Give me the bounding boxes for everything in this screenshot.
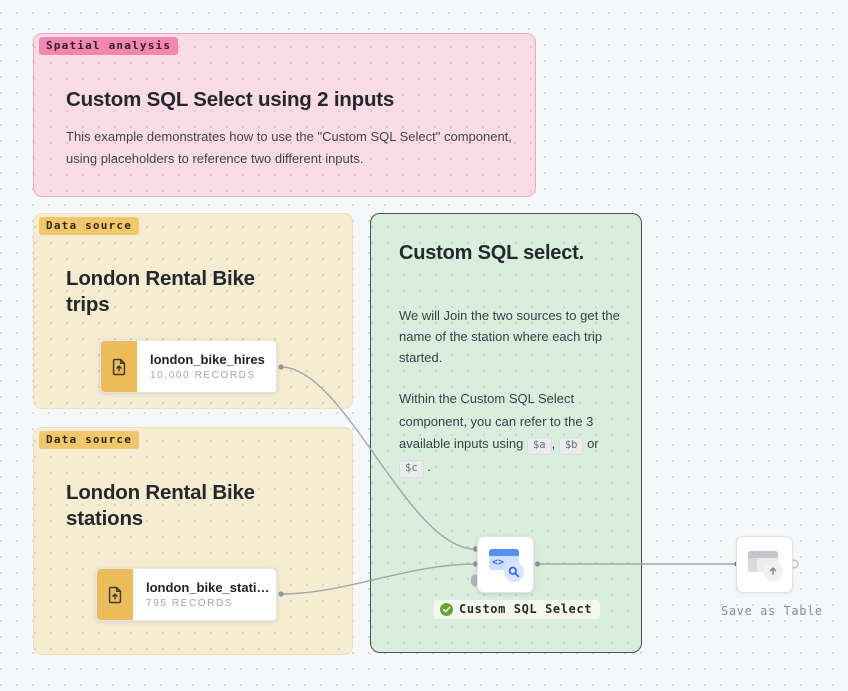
source-node-color-strip bbox=[97, 569, 133, 620]
node-save-as-table[interactable] bbox=[736, 536, 793, 593]
record-count: 795 RECORDS bbox=[146, 598, 270, 609]
sql-note-paragraph-1: We will Join the two sources to get the … bbox=[399, 305, 621, 368]
magnifier-icon bbox=[504, 562, 524, 582]
paragraph-text: . bbox=[424, 459, 431, 474]
data-source-1-title: London Rental Bike trips bbox=[66, 266, 296, 318]
table-name: london_bike_stati… bbox=[146, 580, 270, 595]
input-placeholder-a: $a bbox=[527, 437, 552, 455]
code-brackets-icon: <> bbox=[492, 557, 504, 568]
annotation-note-spatial-analysis[interactable]: Spatial analysis Custom SQL Select using… bbox=[33, 33, 536, 197]
source-node-color-strip bbox=[101, 341, 137, 392]
file-import-icon bbox=[105, 585, 125, 605]
paragraph-text: , bbox=[552, 436, 559, 451]
table-left-column bbox=[748, 558, 757, 573]
node-label-text: Custom SQL Select bbox=[459, 602, 592, 616]
annotation-category-chip: Spatial analysis bbox=[39, 37, 178, 55]
input-placeholder-c: $c bbox=[399, 460, 424, 478]
data-source-chip: Data source bbox=[39, 431, 139, 449]
success-check-icon bbox=[440, 603, 453, 616]
node-label-text: Save as Table bbox=[721, 604, 823, 618]
data-source-2-title: London Rental Bike stations bbox=[66, 480, 296, 532]
input-placeholder-b: $b bbox=[559, 437, 584, 455]
annotation-description: This example demonstrates how to use the… bbox=[66, 126, 526, 170]
record-count: 10,000 RECORDS bbox=[150, 370, 265, 381]
custom-sql-select-label[interactable]: Custom SQL Select bbox=[434, 600, 600, 619]
workflow-canvas[interactable]: Spatial analysis Custom SQL Select using… bbox=[0, 0, 848, 691]
upload-circle-icon bbox=[763, 561, 783, 581]
file-import-icon bbox=[109, 357, 129, 377]
table-name: london_bike_hires bbox=[150, 352, 265, 367]
sql-note-paragraph-2: Within the Custom SQL Select component, … bbox=[399, 388, 624, 478]
source-node-body: london_bike_hires 10,000 RECORDS bbox=[137, 341, 265, 392]
save-as-table-label[interactable]: Save as Table bbox=[721, 604, 823, 618]
node-custom-sql-select[interactable]: <> bbox=[477, 536, 534, 593]
paragraph-text: or bbox=[583, 436, 598, 451]
sql-window-titlebar bbox=[489, 549, 519, 556]
node-london-bike-stations[interactable]: london_bike_stati… 795 RECORDS bbox=[96, 568, 277, 621]
source-node-body: london_bike_stati… 795 RECORDS bbox=[133, 569, 270, 620]
node-london-bike-hires[interactable]: london_bike_hires 10,000 RECORDS bbox=[100, 340, 277, 393]
data-source-chip: Data source bbox=[39, 217, 139, 235]
sql-note-title: Custom SQL select. bbox=[399, 240, 584, 267]
annotation-title: Custom SQL Select using 2 inputs bbox=[66, 87, 506, 113]
